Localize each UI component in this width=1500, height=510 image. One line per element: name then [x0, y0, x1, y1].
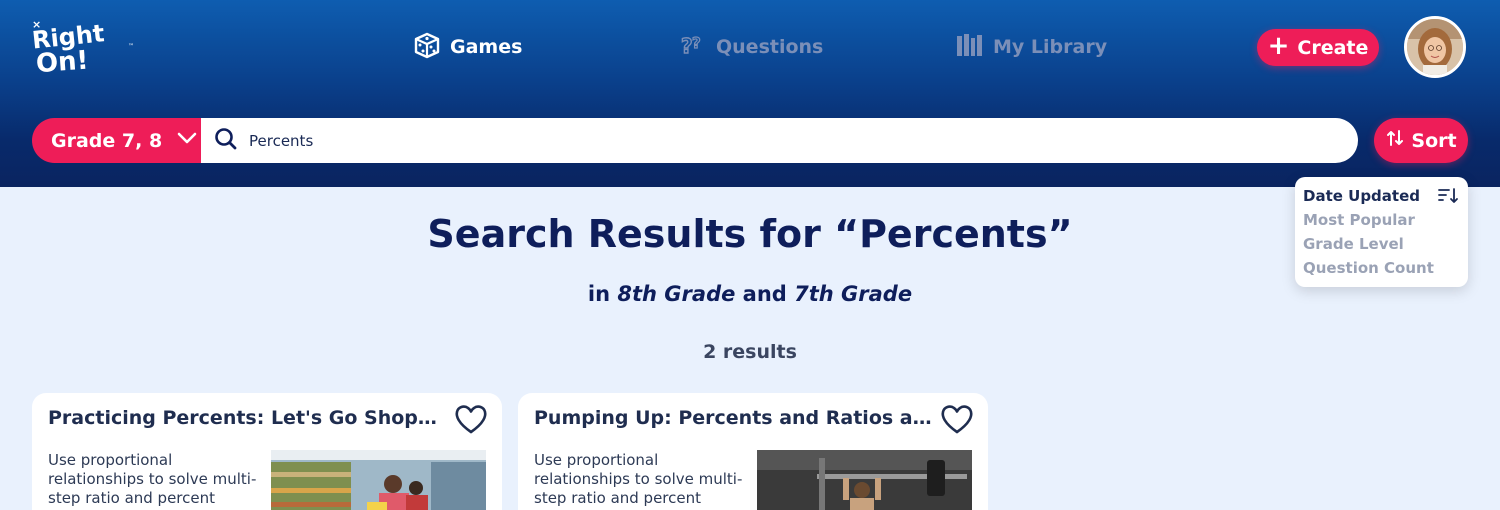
sort-direction-icon[interactable]: [1438, 187, 1460, 205]
sort-option-question-count[interactable]: Question Count: [1303, 256, 1460, 280]
game-card[interactable]: Practicing Percents: Let's Go Shopping! …: [32, 393, 502, 510]
grade-filter-dropdown[interactable]: Grade 7, 8: [32, 118, 212, 163]
results-title: Search Results for “Percents”: [427, 212, 1073, 256]
svg-text:?: ?: [681, 34, 693, 58]
create-button-label: Create: [1297, 36, 1369, 59]
game-card[interactable]: Pumping Up: Percents and Ratios at the G…: [518, 393, 988, 510]
search-bar[interactable]: [201, 118, 1358, 163]
svg-text:™: ™: [128, 43, 134, 50]
game-card-image: [271, 450, 486, 510]
plus-icon: +: [1267, 31, 1290, 61]
nav-games[interactable]: Games: [412, 30, 522, 64]
nav-library-label: My Library: [993, 36, 1108, 58]
grade-filter-label: Grade 7, 8: [51, 129, 163, 152]
righton-logo[interactable]: Right On! × ™: [28, 18, 140, 79]
user-avatar[interactable]: [1404, 16, 1466, 78]
results-sub-prefix: in: [587, 282, 611, 306]
library-icon: [955, 30, 985, 65]
nav-questions[interactable]: ?? Questions: [678, 30, 823, 64]
sort-button[interactable]: Sort: [1374, 118, 1468, 163]
svg-text:?: ?: [692, 34, 701, 52]
chevron-down-icon: [176, 127, 198, 154]
create-button[interactable]: + Create: [1257, 29, 1379, 66]
questions-icon: ??: [678, 30, 708, 65]
sort-option-date-updated[interactable]: Date Updated: [1303, 184, 1460, 208]
dice-icon: [412, 30, 442, 65]
nav-library[interactable]: My Library: [955, 30, 1107, 64]
results-subtitle: in 8th Grade and 7th Grade: [0, 282, 1500, 306]
svg-text:×: ×: [32, 18, 41, 31]
game-card-title: Practicing Percents: Let's Go Shopping!: [48, 407, 448, 429]
svg-text:On!: On!: [35, 46, 89, 76]
game-card-title: Pumping Up: Percents and Ratios at the G…: [534, 407, 934, 429]
heart-icon[interactable]: [454, 403, 488, 435]
game-card-image: [757, 450, 972, 510]
nav-games-label: Games: [450, 36, 523, 58]
sort-arrows-icon: [1385, 128, 1405, 153]
search-input[interactable]: [249, 131, 1149, 150]
game-card-description: Use proportional relationships to solve …: [48, 451, 257, 507]
search-icon: [213, 126, 249, 156]
game-card-description: Use proportional relationships to solve …: [534, 451, 743, 507]
results-grade-a: 8th Grade: [617, 282, 736, 306]
heart-icon[interactable]: [940, 403, 974, 435]
nav-questions-label: Questions: [716, 36, 824, 58]
sort-button-label: Sort: [1411, 129, 1457, 152]
results-count: 2 results: [703, 341, 797, 363]
results-grade-b: 7th Grade: [794, 282, 913, 306]
results-sub-join: and: [742, 282, 787, 306]
